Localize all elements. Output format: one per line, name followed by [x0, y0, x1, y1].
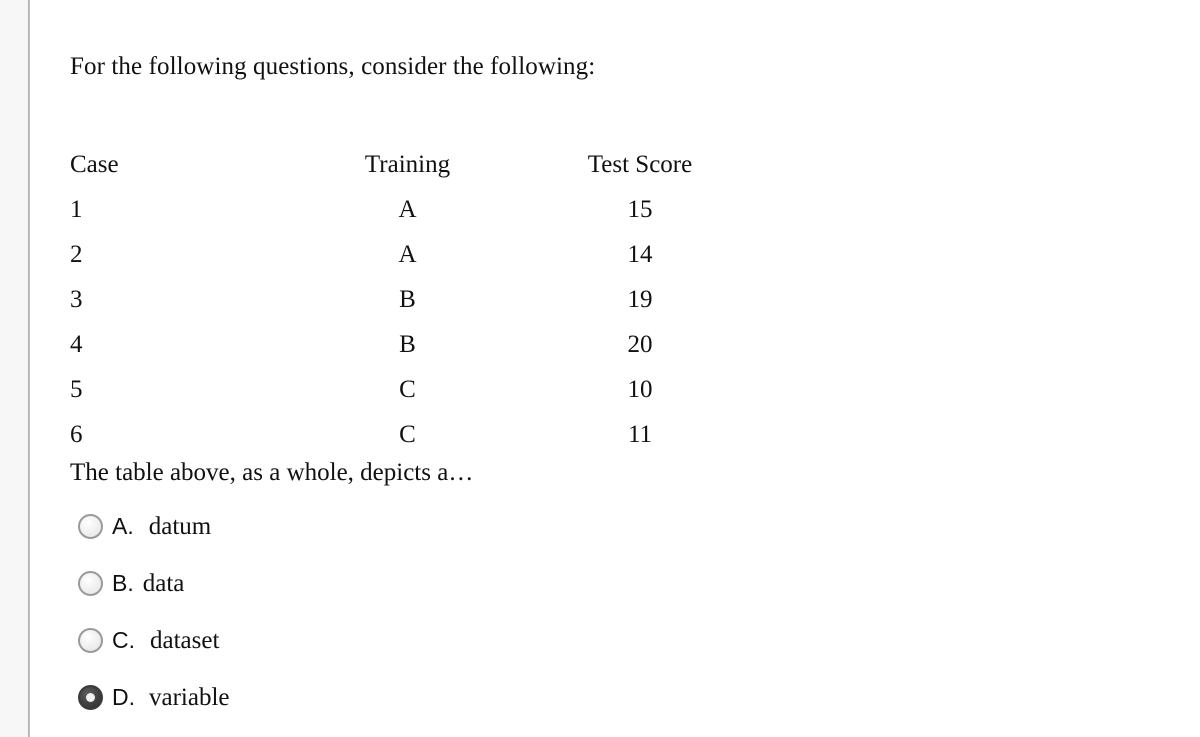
cell-training: A: [398, 196, 417, 223]
answer-option-a[interactable]: A. datum: [78, 498, 678, 555]
cell-score: 14: [627, 241, 653, 268]
column-header-case: Case: [70, 151, 119, 178]
page-left-gutter: [0, 0, 28, 737]
table-row: 2 A 14: [70, 232, 760, 277]
cell-score: 20: [627, 331, 653, 358]
table-row: 5 C 10: [70, 367, 760, 412]
option-label-d: variable: [149, 683, 230, 711]
cell-training: C: [399, 376, 416, 403]
cell-case: 3: [70, 286, 83, 313]
table-row: 4 B 20: [70, 322, 760, 367]
column-header-training: Training: [364, 151, 451, 178]
answer-option-c[interactable]: C. dataset: [78, 612, 678, 669]
radio-button-a-icon[interactable]: [78, 514, 103, 539]
page-edge-divider: [28, 0, 30, 737]
cell-score: 19: [627, 286, 653, 313]
option-label-a: datum: [148, 512, 212, 540]
answer-option-b[interactable]: B. data: [78, 555, 678, 612]
table-header: Case Training Test Score: [70, 142, 760, 187]
cell-training: A: [398, 241, 417, 268]
answer-option-d[interactable]: D. variable: [78, 669, 678, 726]
radio-button-c-icon[interactable]: [78, 628, 103, 653]
cell-training: B: [399, 331, 416, 358]
answer-options-group: A. datum B. data C. dataset D. variable: [78, 498, 678, 726]
option-letter-b: B.: [112, 570, 134, 596]
table-header-row: Case Training Test Score: [70, 142, 760, 187]
cell-case: 6: [70, 421, 83, 448]
cell-score: 11: [627, 421, 653, 448]
question-prompt-text: The table above, as a whole, depicts a…: [70, 459, 474, 486]
column-header-score: Test Score: [587, 151, 693, 178]
option-letter-c: C.: [112, 627, 135, 653]
table-body: 1 A 15 2 A 14 3 B 19 4 B 20 5 C 10 6 C 1…: [70, 187, 760, 457]
option-letter-a: A.: [112, 513, 134, 539]
option-label-c: dataset: [150, 626, 220, 654]
cell-case: 4: [70, 331, 83, 358]
option-label-b: data: [142, 569, 185, 597]
cell-case: 2: [70, 241, 83, 268]
table-row: 1 A 15: [70, 187, 760, 232]
cell-case: 5: [70, 376, 83, 403]
option-letter-d: D.: [112, 684, 135, 710]
intro-instruction-text: For the following questions, consider th…: [70, 53, 596, 80]
radio-button-d-icon-selected[interactable]: [78, 685, 103, 710]
cell-score: 15: [627, 196, 653, 223]
case-training-score-table: Case Training Test Score 1 A 15 2 A 14 3…: [70, 142, 760, 457]
table-row: 6 C 11: [70, 412, 760, 457]
cell-training: C: [399, 421, 416, 448]
radio-button-b-icon[interactable]: [78, 571, 103, 596]
table-row: 3 B 19: [70, 277, 760, 322]
cell-score: 10: [627, 376, 653, 403]
cell-training: B: [399, 286, 416, 313]
cell-case: 1: [70, 196, 83, 223]
